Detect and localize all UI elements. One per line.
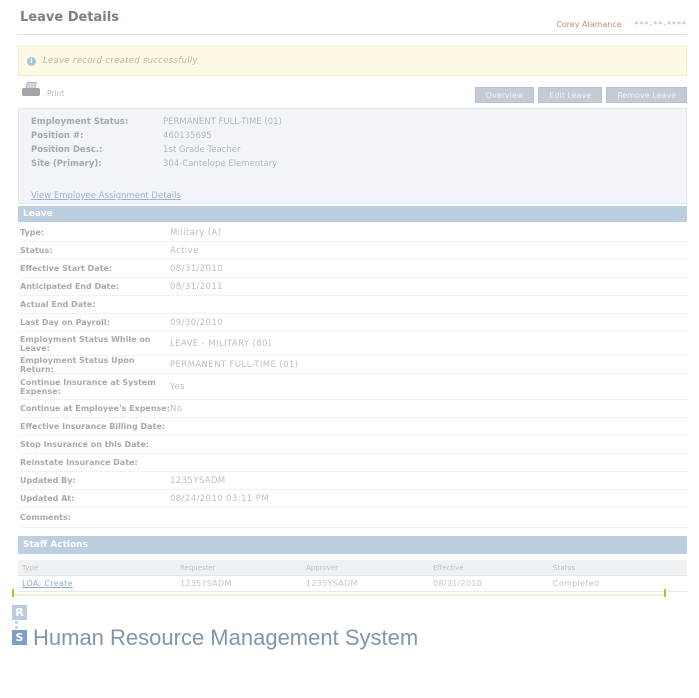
leave-row-updated-by: Updated By: 1235YSADM [20, 472, 687, 490]
info-label: Position Desc.: [31, 145, 103, 155]
info-value: 460135695 [163, 131, 212, 141]
leave-label: Continue at Employee's Expense: [20, 404, 170, 413]
toolbar: Print Overview Edit Leave Remove Leave [18, 82, 687, 104]
hrms-logo: R S [12, 605, 27, 645]
table-row: LOA: Create 1235YSADM 1235YSADM 08/31/20… [18, 576, 687, 592]
edit-leave-button[interactable]: Edit Leave [538, 87, 603, 103]
table-cell-status: Completed [553, 579, 600, 588]
leave-row-type: Type: Military (A) [20, 224, 687, 242]
action-buttons: Overview Edit Leave Remove Leave [474, 87, 687, 103]
info-row-position-desc: Position Desc.: 1st Grade Teacher [31, 145, 240, 155]
leave-row-status-while-on-leave: Employment Status While on Leave: LEAVE -… [20, 332, 687, 356]
leave-label: Employment Status While on Leave: [20, 334, 151, 353]
info-row-employment-status: Employment Status: PERMANENT FULL-TIME (… [31, 117, 282, 127]
leave-label: Last Day on Payroll: [20, 318, 110, 327]
user-ssn: ***-**-**** [634, 20, 687, 29]
success-message: i Leave record created successfully [18, 46, 687, 76]
table-cell-effective: 08/31/2010 [433, 579, 483, 588]
employee-info-panel: Employment Status: PERMANENT FULL-TIME (… [18, 108, 687, 204]
staff-actions-table: Type Requester Approver Effective Status… [18, 560, 687, 592]
info-value: PERMANENT FULL-TIME (01) [163, 117, 282, 127]
leave-label: Effective Start Date: [20, 264, 113, 273]
info-value: 1st Grade Teacher [163, 145, 241, 155]
column-header-requester[interactable]: Requester [176, 564, 302, 572]
info-icon: i [27, 56, 36, 66]
printer-icon [21, 82, 41, 98]
staff-action-type-link[interactable]: LOA: Create [18, 579, 176, 588]
leave-row-last-day-payroll: Last Day on Payroll: 09/30/2010 [20, 314, 687, 332]
leave-label: Continue Insurance at System Expense: [20, 377, 156, 396]
table-cell-requester: 1235YSADM [180, 579, 232, 588]
info-row-site: Site (Primary): 304-Cantelope Elementary [31, 159, 277, 169]
info-label: Employment Status: [31, 117, 129, 127]
info-row-position-number: Position #: 460135695 [31, 131, 212, 141]
leave-value: PERMANENT FULL-TIME (01) [170, 359, 299, 370]
leave-label: Comments: [20, 513, 71, 522]
leave-label: Employment Status Upon Return: [20, 355, 135, 374]
user-name-link[interactable]: Corey Alamance [556, 20, 621, 29]
leave-value: 08/31/2011 [170, 281, 223, 292]
leave-row-actual-end: Actual End Date: [20, 296, 687, 314]
remove-leave-button[interactable]: Remove Leave [606, 87, 687, 103]
leave-value: 1235YSADM [170, 475, 226, 486]
leave-value: No [170, 403, 183, 414]
leave-value: 08/31/2010 [170, 263, 223, 274]
leave-value: 09/30/2010 [170, 317, 223, 328]
leave-row-insurance-billing-date: Effective Insurance Billing Date: [20, 418, 687, 436]
leave-row-status: Status: Active [20, 242, 687, 260]
leave-row-effective-start: Effective Start Date: 08/31/2010 [20, 260, 687, 278]
leave-row-comments: Comments: [20, 508, 687, 528]
column-header-approver[interactable]: Approver [302, 564, 429, 572]
leave-value: Yes [170, 381, 185, 392]
leave-value: LEAVE - MILITARY (80) [170, 338, 272, 349]
leave-label: Updated At: [20, 494, 75, 503]
column-header-effective[interactable]: Effective [429, 564, 549, 572]
leave-row-continue-employee-expense: Continue at Employee's Expense: No [20, 400, 687, 418]
logo-letter-s: S [12, 630, 27, 645]
view-assignment-details-link[interactable]: View Employee Assignment Details [31, 191, 181, 201]
info-label: Position #: [31, 131, 84, 141]
column-header-type[interactable]: Type [18, 564, 176, 572]
page-title: Leave Details [20, 10, 119, 25]
leave-row-stop-insurance: Stop Insurance on this Date: [20, 436, 687, 454]
user-info: Corey Alamance ***-**-**** [556, 20, 687, 29]
info-value: 304-Cantelope Elementary [163, 159, 278, 169]
leave-row-anticipated-end: Anticipated End Date: 08/31/2011 [20, 278, 687, 296]
logo-letter-r: R [12, 605, 27, 620]
leave-label: Effective Insurance Billing Date: [20, 422, 165, 431]
column-header-status[interactable]: Status [549, 564, 654, 572]
success-message-text: Leave record created successfully [43, 56, 198, 66]
staff-actions-section-header: Staff Actions [18, 536, 687, 554]
overview-button[interactable]: Overview [474, 87, 535, 103]
info-label: Site (Primary): [31, 159, 102, 169]
leave-value: 08/24/2010 03:11 PM [170, 493, 269, 504]
leave-label: Anticipated End Date: [20, 282, 119, 291]
system-name: Human Resource Management System [33, 625, 419, 650]
leave-label: Reinstate Insurance Date: [20, 458, 138, 467]
leave-label: Status: [20, 246, 53, 255]
leave-section-header: Leave [18, 206, 687, 222]
leave-row-status-upon-return: Employment Status Upon Return: PERMANENT … [20, 356, 687, 374]
leave-value: Military (A) [170, 227, 222, 238]
table-cell-approver: 1235YSADM [306, 579, 358, 588]
footer-divider-left-tick [12, 589, 14, 597]
leave-label: Updated By: [20, 476, 76, 485]
leave-row-updated-at: Updated At: 08/24/2010 03:11 PM [20, 490, 687, 508]
print-button[interactable]: Print [21, 82, 64, 98]
footer-divider-right-tick [664, 589, 666, 597]
leave-label: Actual End Date: [20, 300, 96, 309]
footer-divider [12, 594, 665, 596]
title-divider [18, 34, 687, 35]
leave-value: Active [170, 245, 199, 256]
table-header-row: Type Requester Approver Effective Status [18, 560, 687, 576]
print-label: Print [47, 89, 65, 98]
leave-label: Stop Insurance on this Date: [20, 440, 149, 449]
leave-row-continue-insurance-system: Continue Insurance at System Expense: Yes [20, 374, 687, 400]
leave-label: Type: [20, 228, 45, 237]
logo-dots [15, 621, 24, 629]
leave-row-reinstate-insurance: Reinstate Insurance Date: [20, 454, 687, 472]
